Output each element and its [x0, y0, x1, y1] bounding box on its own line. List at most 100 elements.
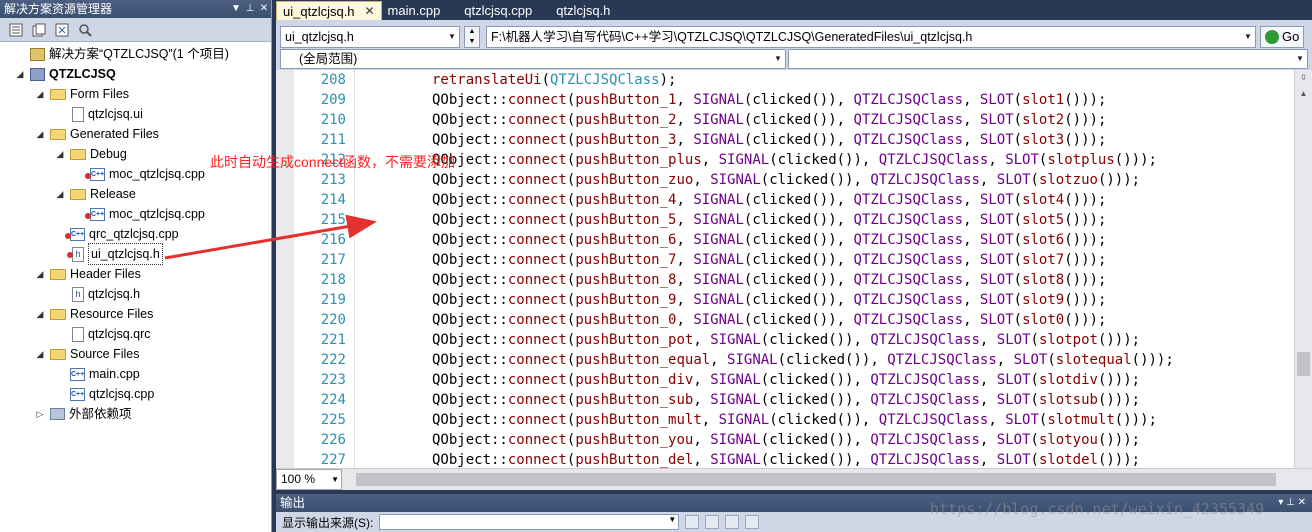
- code-line[interactable]: QObject::connect(pushButton_zuo, SIGNAL(…: [356, 170, 1174, 190]
- code-token: ,: [693, 452, 711, 468]
- path-combo[interactable]: F:\机器人学习\自写代码\C++学习\QTZLCJSQ\QTZLCJSQ\Ge…: [486, 26, 1256, 48]
- go-button[interactable]: Go: [1260, 26, 1305, 48]
- code-token: SIGNAL: [693, 292, 744, 308]
- code-line[interactable]: QObject::connect(pushButton_you, SIGNAL(…: [356, 430, 1174, 450]
- file-combo[interactable]: ui_qtzlcjsq.h ▼: [280, 26, 460, 48]
- zoom-combo[interactable]: 100 % ▼: [276, 469, 342, 490]
- code-token: connect: [507, 232, 567, 248]
- code-token: slot1: [1022, 92, 1065, 108]
- code-line[interactable]: QObject::connect (pushButton_1, SIGNAL(cl…: [356, 90, 1174, 110]
- expander-icon[interactable]: ◢: [34, 308, 46, 320]
- expander-icon[interactable]: ◢: [14, 68, 26, 80]
- tab-qtzlcjsq-cpp[interactable]: qtzlcjsq.cpp: [458, 1, 550, 20]
- code-token: (clicked()),: [769, 152, 879, 168]
- code-token: (clicked()),: [760, 372, 871, 388]
- code-line[interactable]: QObject::connect (pushButton_8, SIGNAL(cl…: [356, 270, 1174, 290]
- tree-item[interactable]: C++ qrc_qtzlcjsq.cpp: [0, 224, 271, 244]
- code-editor[interactable]: 208 209 210 211 212 213 214 215 216 217 218 219 220 2…: [276, 70, 1312, 468]
- code-line[interactable]: QObject::connect (pushButton_5, SIGNAL(cl…: [356, 210, 1174, 230]
- panel-menu-icon[interactable]: ▼: [229, 0, 243, 18]
- code-line[interactable]: QObject::connect (pushButton_equal, SIGNA…: [356, 350, 1174, 370]
- tree-item[interactable]: ◢ Generated Files: [0, 124, 271, 144]
- error-badge-icon: [85, 212, 91, 219]
- tree-item[interactable]: ▷ 外部依赖项: [0, 404, 271, 424]
- tree-item[interactable]: C++ qtzlcjsq.cpp: [0, 384, 271, 404]
- goto-prev-icon[interactable]: [685, 515, 700, 529]
- code-line[interactable]: QObject::connect (pushButton_9, SIGNAL(cl…: [356, 290, 1174, 310]
- tab-ui-qtzlcjsq-h[interactable]: ui_qtzlcjsq.h ✕: [276, 1, 382, 20]
- code-line[interactable]: QObject::connect(pushButton_plus, SIGNAL…: [356, 150, 1174, 170]
- code-token: ,: [701, 152, 719, 168]
- code-line[interactable]: QObject::connect (pushButton_3, SIGNAL(cl…: [356, 130, 1174, 150]
- horizontal-scrollbar[interactable]: 100 % ▼: [276, 468, 1312, 490]
- output-panel-controls[interactable]: ▾ ⊥ ✕: [1278, 494, 1306, 512]
- tab-qtzlcjsq-h[interactable]: qtzlcjsq.h: [550, 1, 628, 20]
- close-icon[interactable]: ✕: [257, 0, 271, 18]
- code-line[interactable]: QObject::connect(pushButton_sub, SIGNAL(…: [356, 390, 1174, 410]
- split-handle-icon[interactable]: ⇳: [1295, 70, 1312, 86]
- properties-icon[interactable]: [6, 21, 26, 39]
- tree-item[interactable]: ◢ Source Files: [0, 344, 271, 364]
- scope-combo[interactable]: (全局范围) ▼: [280, 49, 786, 69]
- horizontal-scroll-thumb[interactable]: [356, 473, 1276, 486]
- view-class-diagram-icon[interactable]: [75, 21, 95, 39]
- code-token: ,: [988, 412, 1006, 428]
- code-line[interactable]: QObject::connect (pushButton_4, SIGNAL(cl…: [356, 190, 1174, 210]
- expander-icon[interactable]: ▷: [34, 408, 46, 420]
- refresh-icon[interactable]: [52, 21, 72, 39]
- code-token: SIGNAL: [693, 272, 744, 288]
- expander-icon[interactable]: ◢: [34, 128, 46, 140]
- code-token: slotmult: [1047, 412, 1115, 428]
- code-line[interactable]: QObject::connect(pushButton_mult, SIGNAL…: [356, 410, 1174, 430]
- solution-explorer-title: 解决方案资源管理器: [4, 2, 113, 16]
- tree-item[interactable]: ◢ Header Files: [0, 264, 271, 284]
- split-spin-button[interactable]: ▲ ▼: [464, 26, 480, 48]
- code-line[interactable]: QObject::connect(pushButton_del, SIGNAL(…: [356, 450, 1174, 468]
- expander-icon[interactable]: ◢: [34, 348, 46, 360]
- tree-item[interactable]: ◢ Release: [0, 184, 271, 204]
- vertical-scrollbar[interactable]: ⇳ ▲: [1294, 70, 1312, 468]
- code-line[interactable]: retranslateUi(QTZLCJSQClass);: [356, 70, 1174, 90]
- show-all-files-icon[interactable]: [29, 21, 49, 39]
- expander-icon[interactable]: ◢: [34, 88, 46, 100]
- code-token: ,: [979, 372, 997, 388]
- code-token: connect: [507, 352, 567, 368]
- expander-icon[interactable]: ◢: [54, 188, 66, 200]
- goto-next-icon[interactable]: [705, 515, 720, 529]
- expander-icon[interactable]: ◢: [34, 268, 46, 280]
- word-wrap-icon[interactable]: [745, 515, 760, 529]
- tree-item[interactable]: C++ main.cpp: [0, 364, 271, 384]
- scroll-thumb[interactable]: [1297, 352, 1310, 376]
- clear-all-icon[interactable]: [725, 515, 740, 529]
- close-tab-icon[interactable]: ✕: [364, 2, 374, 21]
- tree-item[interactable]: h ui_qtzlcjsq.h: [0, 243, 271, 265]
- code-text[interactable]: retranslateUi(QTZLCJSQClass); QObject::co…: [356, 70, 1174, 468]
- tree-item[interactable]: h qtzlcjsq.h: [0, 284, 271, 304]
- tree-item[interactable]: qtzlcjsq.ui: [0, 104, 271, 124]
- solution-explorer-panel: 解决方案资源管理器 ▼ ⊥ ✕ 解决方案“QTZLCJSQ”(1 个项目) ◢ QT…: [0, 0, 272, 532]
- pin-icon[interactable]: ⊥: [243, 0, 257, 18]
- code-token: QObject::: [432, 372, 508, 388]
- tree-item[interactable]: ◢ Form Files: [0, 84, 271, 104]
- output-source-combo[interactable]: ▼: [379, 514, 680, 530]
- code-line[interactable]: QObject::connect (pushButton_6, SIGNAL(cl…: [356, 230, 1174, 250]
- code-line[interactable]: QObject::connect(pushButton_div, SIGNAL(…: [356, 370, 1174, 390]
- code-line[interactable]: QObject::connect(pushButton_pot, SIGNAL(…: [356, 330, 1174, 350]
- member-combo[interactable]: ▼: [788, 49, 1308, 69]
- tree-item[interactable]: ◢ Resource Files: [0, 304, 271, 324]
- tree-item[interactable]: qtzlcjsq.qrc: [0, 324, 271, 344]
- tab-main-cpp[interactable]: main.cpp: [382, 1, 459, 20]
- scroll-up-icon[interactable]: ▲: [1295, 86, 1312, 102]
- tree-item[interactable]: C++ moc_qtzlcjsq.cpp: [0, 204, 271, 224]
- tree-item[interactable]: ◢ QTZLCJSQ: [0, 64, 271, 84]
- line-numbers: 208 209 210 211 212 213 214 215 216 217 218 219 220 2…: [294, 70, 346, 468]
- tree-item[interactable]: 解决方案“QTZLCJSQ”(1 个项目): [0, 44, 271, 64]
- code-token: SLOT: [1005, 152, 1039, 168]
- code-token: (clicked()),: [743, 292, 854, 308]
- code-token: (clicked()),: [743, 252, 854, 268]
- code-line[interactable]: QObject::connect (pushButton_2, SIGNAL(cl…: [356, 110, 1174, 130]
- code-line[interactable]: QObject::connect (pushButton_7, SIGNAL(cl…: [356, 250, 1174, 270]
- code-line[interactable]: QObject::connect (pushButton_0, SIGNAL(cl…: [356, 310, 1174, 330]
- expander-icon[interactable]: ◢: [54, 148, 66, 160]
